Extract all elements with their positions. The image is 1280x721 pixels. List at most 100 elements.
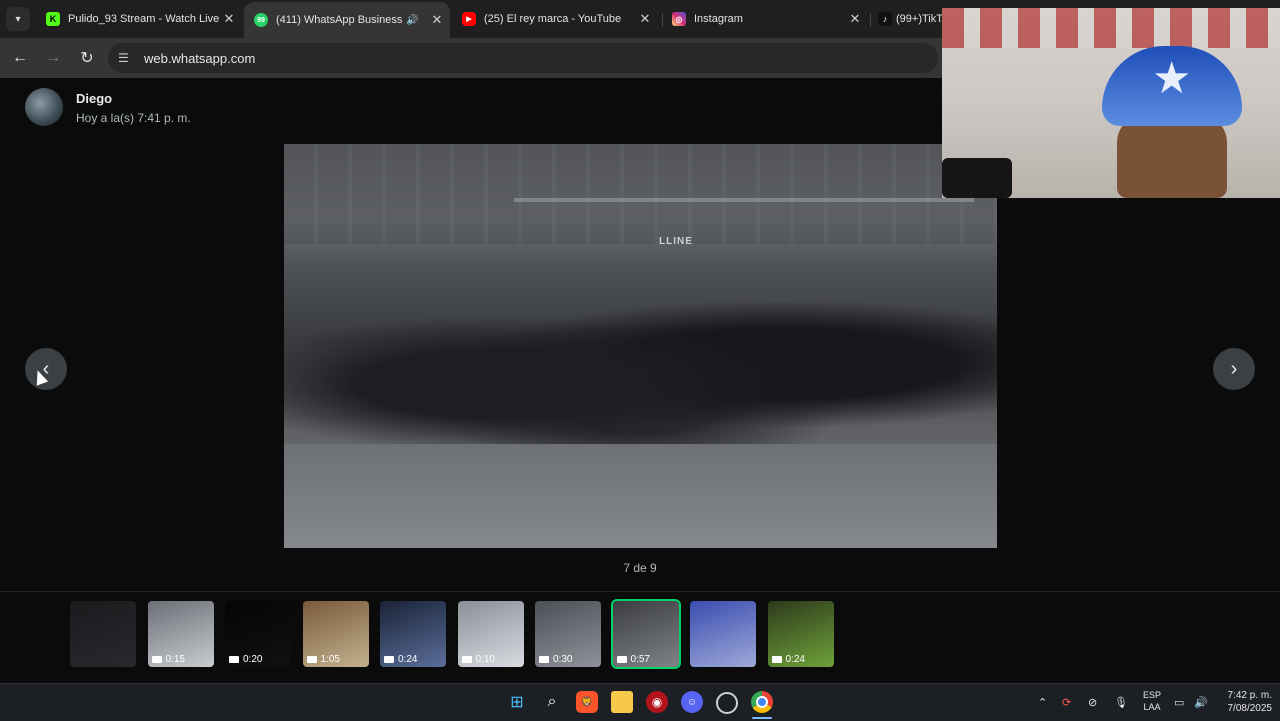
arena-floor	[284, 444, 997, 548]
video-camera-icon	[229, 656, 239, 663]
youtube-icon: ▶	[462, 12, 476, 26]
whatsapp-icon: 99	[254, 13, 268, 27]
tab-title: Instagram	[694, 13, 743, 25]
arena-stands	[284, 144, 997, 244]
video-duration: 0:24	[771, 654, 805, 665]
windows-start-icon[interactable]: ⊞	[506, 691, 528, 713]
keyboard-layout: LAA	[1143, 702, 1161, 712]
duration-text: 0:57	[630, 654, 650, 665]
clock-time: 7:42 p. m.	[1227, 690, 1272, 701]
chevron-right-icon: ›	[1230, 357, 1238, 380]
media-counter: 7 de 9	[623, 561, 657, 575]
tab-search-button[interactable]: ▾	[6, 7, 30, 31]
tab-tiktok[interactable]: ♪ (99+)TikTo	[870, 4, 942, 34]
discord-icon[interactable]: ☺	[681, 691, 703, 713]
address-bar[interactable]: ☰ web.whatsapp.com	[108, 43, 938, 73]
media-thumbnail[interactable]: 0:30	[535, 601, 601, 667]
video-camera-icon	[306, 656, 317, 663]
media-thumbnail[interactable]: 0:15	[147, 601, 214, 667]
search-icon[interactable]: ⌕	[541, 691, 563, 713]
reload-icon: ↻	[80, 50, 94, 67]
system-clock[interactable]: 7:42 p. m. 7/08/2025	[1212, 689, 1273, 715]
webcam-overlay: ★	[942, 8, 1280, 198]
tab-title: (25) El rey marca - YouTube	[484, 13, 622, 25]
media-thumbnail[interactable]: 0:10	[457, 601, 524, 667]
sync-icon[interactable]: ⟳	[1062, 684, 1071, 721]
tiktok-icon: ♪	[878, 12, 892, 26]
speaker-icon[interactable]: 🔊	[406, 15, 422, 26]
close-icon[interactable]: ✕	[220, 11, 238, 27]
duration-text: 0:15	[165, 654, 185, 665]
duration-text: 0:20	[243, 654, 263, 665]
site-info-icon[interactable]: ☰	[118, 51, 134, 65]
chrome-center	[756, 696, 768, 708]
duration-text: 0:24	[398, 654, 418, 665]
tab-youtube[interactable]: ▶ (25) El rey marca - YouTube ✕	[452, 4, 658, 34]
arena-signage: LLINE	[659, 236, 693, 247]
chair	[942, 158, 1012, 198]
duration-text: 0:30	[553, 654, 573, 665]
tab-instagram[interactable]: ◎ Instagram ✕	[662, 4, 868, 34]
tab-kick[interactable]: K Pulido_93 Stream - Watch Live on I ✕	[36, 4, 242, 34]
back-button[interactable]: ←	[8, 46, 32, 70]
media-thumbnail[interactable]: 0:20	[225, 601, 291, 667]
media-thumbnail[interactable]	[70, 601, 136, 667]
language-indicator[interactable]: ESP LAA	[1138, 689, 1166, 713]
next-media-button[interactable]: ›	[1213, 348, 1255, 390]
file-explorer-icon[interactable]	[611, 691, 633, 713]
video-camera-icon	[771, 656, 782, 663]
close-icon[interactable]: ✕	[846, 11, 864, 27]
chevron-down-icon: ▾	[15, 13, 21, 25]
sent-time: Hoy a la(s) 7:41 p. m.	[76, 111, 191, 125]
media-thumbnail[interactable]: 1:05	[302, 601, 369, 667]
video-duration: 1:05	[306, 654, 340, 665]
steam-icon[interactable]	[716, 692, 738, 714]
thumbnail-strip: 0:15 0:20 1:05 0:24 0:10 0:30 0:57 0:24	[0, 591, 1280, 684]
close-icon[interactable]: ✕	[428, 12, 446, 28]
network-off-icon[interactable]: ⊘	[1088, 684, 1097, 721]
video-duration: 0:15	[151, 654, 185, 665]
arena-railing	[514, 198, 974, 202]
tab-whatsapp[interactable]: 99 (411) WhatsApp Business 🔊 ✕	[244, 2, 450, 38]
forward-button[interactable]: →	[41, 46, 65, 70]
video-duration: 0:20	[229, 654, 262, 665]
tray-overflow-icon[interactable]: ⌃	[1038, 684, 1047, 721]
arrow-left-icon: ←	[12, 49, 28, 66]
display-icon[interactable]: ▭	[1174, 684, 1184, 721]
close-icon[interactable]: ✕	[636, 11, 654, 27]
microphone-icon[interactable]: 🎙	[1114, 684, 1128, 721]
tab-title: Pulido_93 Stream - Watch Live on I	[68, 13, 220, 25]
previous-media-button[interactable]: ‹	[25, 348, 67, 390]
duration-text: 0:24	[785, 654, 805, 665]
video-camera-icon	[539, 656, 549, 663]
video-camera-icon	[616, 656, 627, 663]
media-thumbnail[interactable]	[690, 601, 756, 667]
active-app-indicator	[752, 717, 772, 719]
media-thumbnail[interactable]: 0:24	[380, 601, 446, 667]
instagram-icon: ◎	[672, 12, 686, 26]
tab-title: (411) WhatsApp Business	[276, 14, 403, 26]
cap-shelf	[942, 8, 1280, 48]
video-duration: 0:57	[616, 654, 650, 665]
tab-title: (99+)TikTo	[896, 13, 942, 25]
chrome-icon[interactable]	[751, 691, 773, 713]
media-thumbnail[interactable]: 0:24	[767, 601, 834, 667]
star-logo-icon: ★	[1152, 54, 1192, 103]
app-red-icon[interactable]: ◉	[646, 691, 668, 713]
kick-icon: K	[46, 12, 60, 26]
windows-taskbar: ⊞ ⌕ 🦁 ◉ ☺ ⌃ ⟳ ⊘ 🎙 ESP LAA ▭ 🔊 7:42 p. m.…	[0, 683, 1280, 721]
duration-text: 1:05	[320, 654, 340, 665]
avatar[interactable]	[25, 88, 63, 126]
video-camera-icon	[461, 656, 472, 663]
sender-name: Diego	[76, 91, 113, 106]
video-camera-icon	[151, 656, 162, 663]
video-camera-icon	[384, 656, 394, 663]
volume-icon[interactable]: 🔊	[1194, 684, 1208, 721]
media-video[interactable]: LLINE	[284, 144, 997, 548]
url-text: web.whatsapp.com	[144, 50, 256, 66]
duration-text: 0:10	[475, 654, 495, 665]
brave-icon[interactable]: 🦁	[576, 691, 598, 713]
language-code: ESP	[1142, 690, 1161, 700]
reload-button[interactable]: ↻	[75, 46, 99, 70]
media-thumbnail[interactable]: 0:57	[610, 599, 681, 669]
